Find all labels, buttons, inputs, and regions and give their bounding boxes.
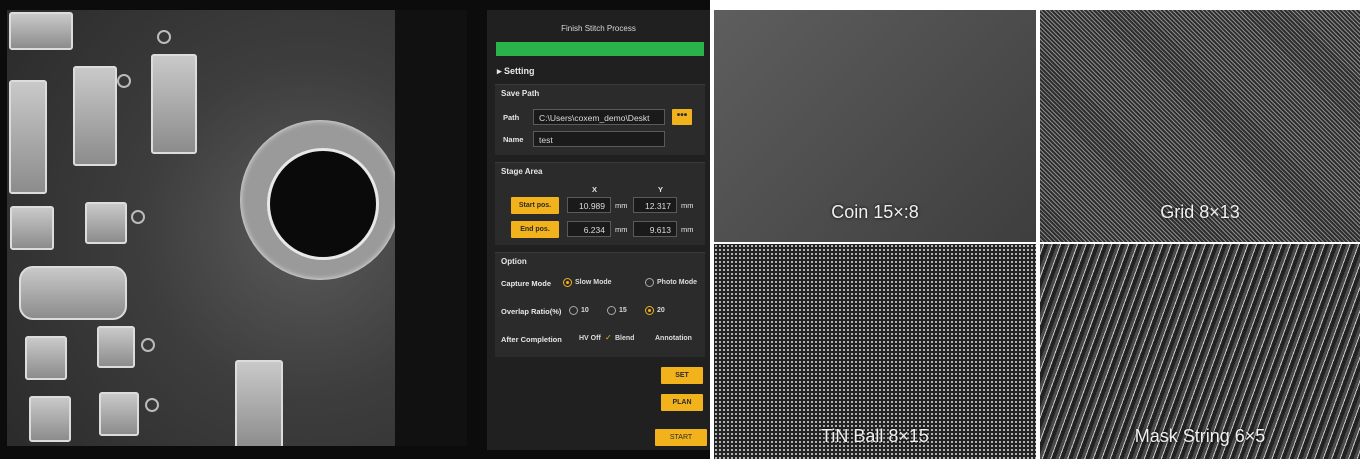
unit-label: mm (681, 225, 694, 234)
unit-label: mm (681, 201, 694, 210)
component-pad (25, 336, 67, 380)
component-pad (73, 66, 117, 166)
end-pos-button[interactable]: End pos. (511, 221, 559, 238)
save-path-title: Save Path (501, 89, 540, 98)
after-completion-label: After Completion (501, 335, 562, 344)
drill-hole (267, 148, 379, 260)
save-path-group: Save Path Path C:\Users\coxem_demo\Deskt… (495, 84, 705, 155)
overlap-10-radio[interactable] (569, 306, 578, 315)
via-hole (131, 210, 145, 224)
start-pos-button[interactable]: Start pos. (511, 197, 559, 214)
checkmark-icon[interactable]: ✓ (605, 333, 612, 342)
annotation-label[interactable]: Annotation (655, 335, 692, 342)
via-hole (117, 74, 131, 88)
stage-area-group: Stage Area X Y Start pos. 10.989 mm 12.3… (495, 162, 705, 245)
sample-label: Grid 8×13 (1160, 202, 1240, 222)
y-column-header: Y (658, 185, 664, 194)
end-x-field[interactable]: 6.234 (567, 221, 611, 237)
end-y-field[interactable]: 9.613 (633, 221, 677, 237)
stitch-settings-panel: Finish Stitch Process ▸ Setting Save Pat… (487, 10, 710, 450)
photo-mode-radio[interactable] (645, 278, 654, 287)
image-edge-dark (395, 10, 467, 446)
overlap-15-label: 15 (619, 307, 627, 314)
blend-label[interactable]: Blend (615, 335, 634, 342)
process-title: Finish Stitch Process (561, 24, 636, 33)
slow-mode-radio[interactable] (563, 278, 572, 287)
via-hole (157, 30, 171, 44)
sample-label: Mask String 6×5 (1134, 426, 1266, 446)
stitch-app-screenshot: Finish Stitch Process ▸ Setting Save Pat… (0, 0, 710, 459)
sample-label: Coin 15×:8 (831, 202, 919, 222)
set-button[interactable]: SET (661, 367, 703, 384)
sample-tile-mask-string: Mask String 6×5 (1040, 244, 1360, 459)
component-pad (235, 360, 283, 446)
option-title: Option (501, 257, 527, 266)
start-x-field[interactable]: 10.989 (567, 197, 611, 213)
component-pad (29, 396, 71, 442)
plan-button[interactable]: PLAN (661, 394, 703, 411)
overlap-20-radio[interactable] (645, 306, 654, 315)
unit-label: mm (615, 201, 628, 210)
option-group: Option Capture Mode Slow Mode Photo Mode… (495, 252, 705, 357)
via-hole (141, 338, 155, 352)
sample-grid: Coin 15×:8 Grid 8×13 TiN Ball 8×15 Mask … (714, 10, 1360, 459)
via-hole (145, 398, 159, 412)
overlap-20-label: 20 (657, 307, 665, 314)
sample-label: TiN Ball 8×15 (821, 426, 929, 446)
component-pad (97, 326, 135, 368)
unit-label: mm (615, 225, 628, 234)
capture-mode-label: Capture Mode (501, 279, 552, 288)
sample-tile-coin: Coin 15×:8 (714, 10, 1036, 242)
photo-mode-label: Photo Mode (657, 279, 698, 286)
name-field[interactable]: test (533, 131, 665, 147)
component-pad (10, 206, 54, 250)
x-column-header: X (592, 185, 598, 194)
name-label: Name (503, 135, 524, 144)
start-button[interactable]: START (655, 429, 707, 446)
component-pad (85, 202, 127, 244)
progress-bar (496, 42, 704, 56)
stage-area-title: Stage Area (501, 167, 543, 176)
sample-tile-tin-ball: TiN Ball 8×15 (714, 244, 1036, 459)
sem-image-view (7, 10, 467, 446)
sample-tile-grid: Grid 8×13 (1040, 10, 1360, 242)
setting-header[interactable]: ▸ Setting (497, 66, 535, 77)
path-label: Path (503, 113, 520, 122)
browse-button[interactable]: ••• (672, 109, 692, 125)
start-y-field[interactable]: 12.317 (633, 197, 677, 213)
component-pad (19, 266, 127, 320)
overlap-ratio-label: Overlap Ratio(%) (501, 307, 562, 316)
overlap-10-label: 10 (581, 307, 589, 314)
component-pad (9, 12, 73, 50)
component-pad (99, 392, 139, 436)
overlap-15-radio[interactable] (607, 306, 616, 315)
path-field[interactable]: C:\Users\coxem_demo\Deskt (533, 109, 665, 125)
slow-mode-label: Slow Mode (575, 279, 612, 286)
component-pad (151, 54, 197, 154)
component-pad (9, 80, 47, 194)
hv-off-label[interactable]: HV Off (579, 335, 601, 342)
